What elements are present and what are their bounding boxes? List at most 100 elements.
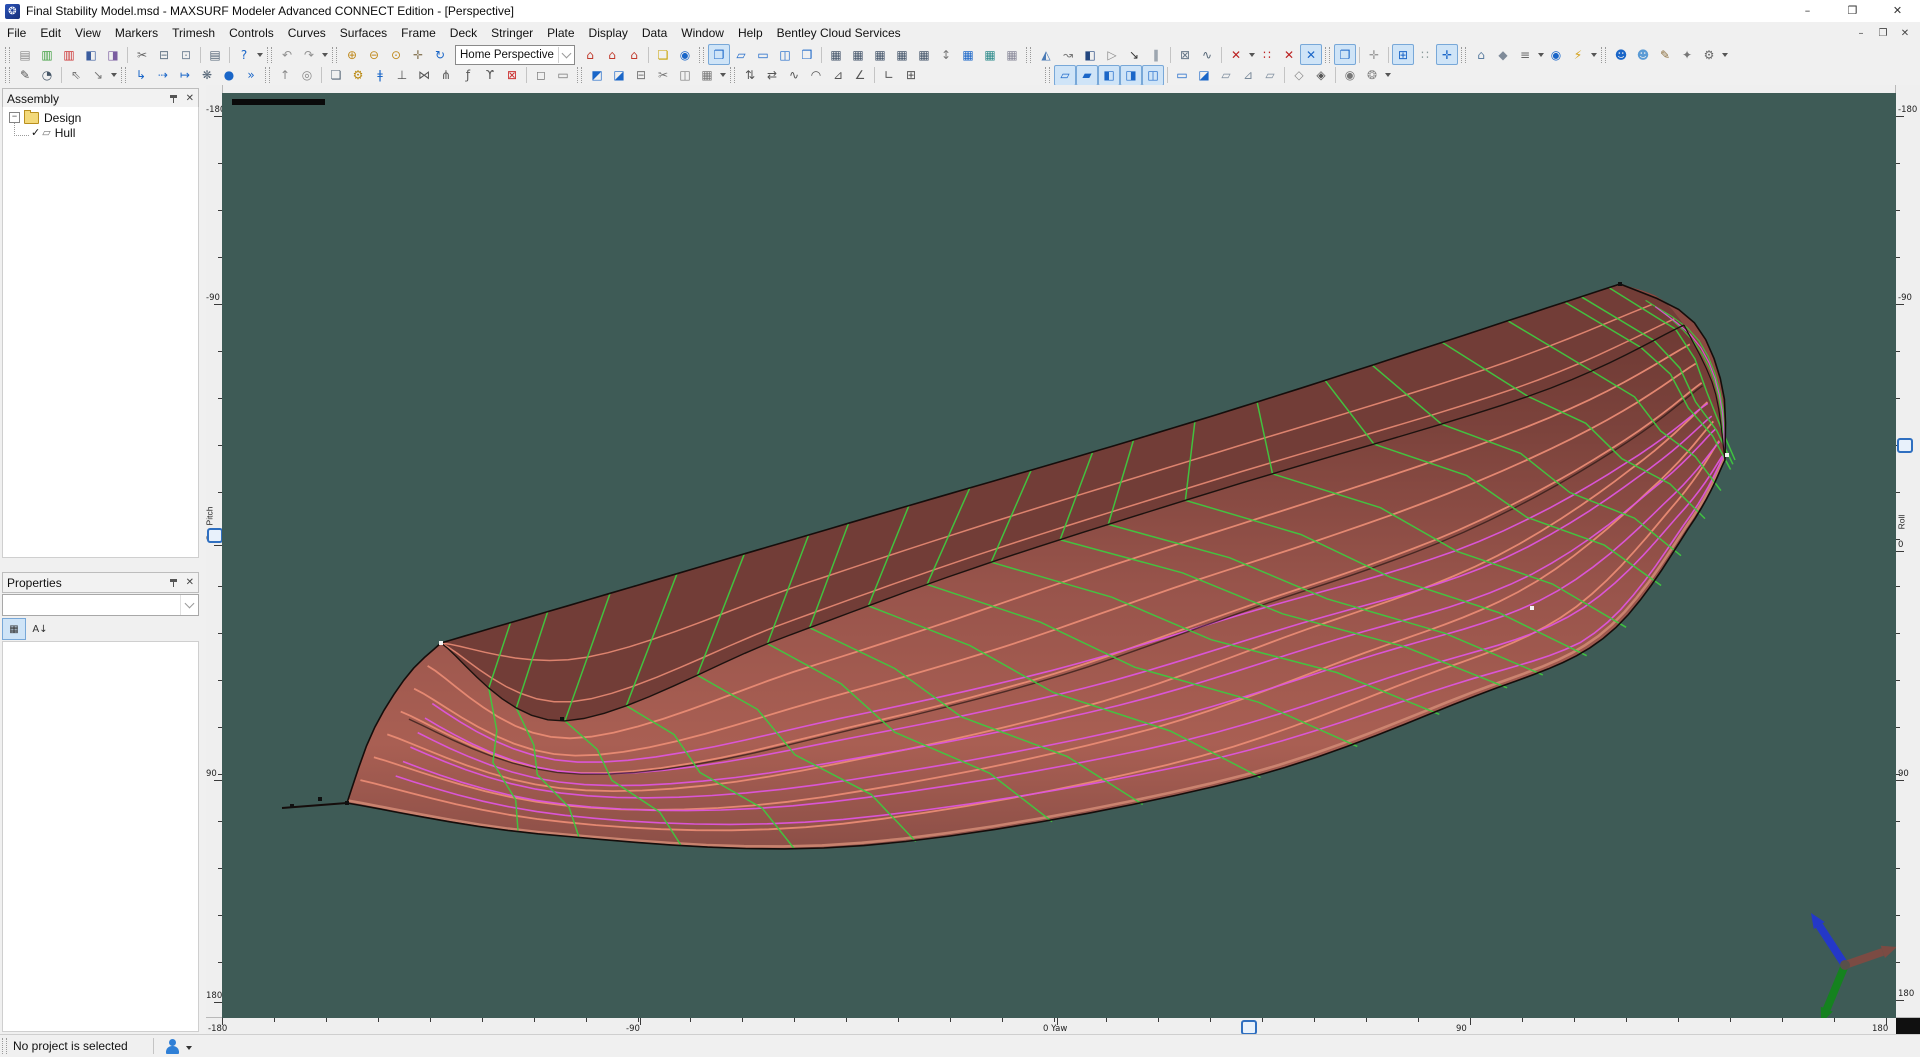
delete-all-markers-icon[interactable]: ✕	[1278, 44, 1300, 65]
fair-curve-icon[interactable]: ∿	[783, 65, 805, 86]
toolbar-grip[interactable]	[332, 46, 337, 63]
wireframe-mode-icon[interactable]: ◇	[1288, 65, 1310, 86]
measure-icon[interactable]: ↘	[1123, 44, 1145, 65]
pin-icon[interactable]	[169, 94, 178, 104]
pin-tool-icon[interactable]: ✦	[1676, 44, 1698, 65]
show-edges-icon[interactable]: ▱	[1259, 65, 1281, 86]
sort-rows-icon[interactable]: ↕	[935, 44, 957, 65]
dropdown-caret-icon[interactable]	[1536, 45, 1545, 64]
perpendicular-icon[interactable]: ∟	[878, 65, 900, 86]
control-point[interactable]	[1725, 453, 1729, 457]
bounding-box-icon[interactable]: ▭	[552, 65, 574, 86]
markup-icon[interactable]: ✎	[1654, 44, 1676, 65]
hull-surfaces[interactable]	[347, 284, 1726, 849]
move-control-point-icon[interactable]: ↘	[87, 65, 109, 86]
copy-icon[interactable]: ⊟	[153, 44, 175, 65]
intersection-snap-icon[interactable]: ✛	[1436, 44, 1458, 65]
show-buttocks-icon[interactable]: ◫	[1142, 64, 1164, 86]
trim-curves-icon[interactable]: ✂	[652, 65, 674, 86]
profile-window-icon[interactable]: ▭	[752, 44, 774, 65]
results-table-icon[interactable]: ▦	[1001, 44, 1023, 65]
toolbar-grip[interactable]	[265, 67, 270, 83]
show-diagonals-icon[interactable]: ⊿	[1237, 65, 1259, 86]
fillet-icon[interactable]: ◠	[805, 65, 827, 86]
dropdown-caret-icon[interactable]	[718, 66, 727, 85]
user-account-icon[interactable]	[164, 1038, 180, 1054]
untrim-icon[interactable]: ◫	[674, 65, 696, 86]
show-control-net-icon[interactable]: ▱	[1054, 64, 1076, 86]
child-minimize-button[interactable]: –	[1850, 28, 1872, 39]
hull-model[interactable]	[222, 93, 1896, 1018]
section-planes-icon[interactable]: ∥	[1145, 44, 1167, 65]
arrange-windows-icon[interactable]: ❒	[796, 44, 818, 65]
orbit-point-icon[interactable]: ◎	[296, 65, 318, 86]
trim-surface-icon[interactable]: ⊠	[501, 65, 523, 86]
marker-snap-icon[interactable]: ✕	[1300, 44, 1322, 65]
show-markers-icon[interactable]: ▭	[1171, 65, 1193, 86]
toolbar-grip[interactable]	[730, 67, 735, 83]
snap-to-grid-icon[interactable]: ⊞	[1392, 44, 1414, 65]
body-plan-window-icon[interactable]: ◫	[774, 44, 796, 65]
join-surfaces-icon[interactable]: ⋈	[413, 65, 435, 86]
animate-icon[interactable]: ▷	[1101, 44, 1123, 65]
paste-icon[interactable]: ⊡	[175, 44, 197, 65]
accounts-icon[interactable]: ☻	[1610, 44, 1632, 65]
pan-icon[interactable]: ✛	[407, 44, 429, 65]
plan-window-icon[interactable]: ▱	[730, 44, 752, 65]
control-point[interactable]	[290, 804, 294, 808]
swap-columns-icon[interactable]: ⇅	[739, 65, 761, 86]
shaded-mode-icon[interactable]: ◈	[1310, 65, 1332, 86]
delete-marker-icon[interactable]: ✕	[1225, 44, 1247, 65]
add-point-icon[interactable]: ↳	[130, 65, 152, 86]
show-trimmed-icon[interactable]: ◪	[1193, 65, 1215, 86]
categorized-view-button[interactable]: ▦	[2, 618, 26, 640]
toolbar-grip[interactable]	[267, 46, 272, 63]
offsets-table-icon[interactable]: ▦	[847, 44, 869, 65]
next-station-icon[interactable]: »	[240, 65, 262, 86]
menu-plate[interactable]: Plate	[540, 22, 581, 44]
user-dropdown-icon[interactable]	[186, 1045, 192, 1053]
options-icon[interactable]: ⚙	[1698, 44, 1720, 65]
select-tool-icon[interactable]: ⇖	[65, 65, 87, 86]
home-view-icon[interactable]: ⌂	[579, 44, 601, 65]
angle-tool-icon[interactable]: ∠	[849, 65, 871, 86]
trackball-icon[interactable]: ◉	[1339, 65, 1361, 86]
calculations-table-icon[interactable]: ▦	[957, 44, 979, 65]
control-point[interactable]	[345, 801, 349, 805]
combo-arrow-icon[interactable]	[558, 46, 574, 63]
mesh-icon[interactable]: ▦	[696, 65, 718, 86]
active-view-icon[interactable]: ❐	[1334, 44, 1356, 65]
data-table-icon[interactable]: ▦	[979, 44, 1001, 65]
spin-control-icon[interactable]: ❂	[1361, 65, 1383, 86]
align-normal-icon[interactable]: ⊥	[391, 65, 413, 86]
show-surfaces-icon[interactable]: ▰	[1076, 64, 1098, 86]
new-design-icon[interactable]: ▤	[14, 44, 36, 65]
node-edit-icon[interactable]: ●	[218, 65, 240, 86]
raise-row-icon[interactable]: ↑	[274, 65, 296, 86]
rotation-marker[interactable]	[1897, 438, 1913, 453]
menu-display[interactable]: Display	[582, 22, 635, 44]
view-selector[interactable]: Home Perspective	[455, 44, 575, 65]
control-point[interactable]	[1530, 606, 1534, 610]
save-design-as-icon[interactable]: ◨	[102, 44, 124, 65]
control-point[interactable]	[560, 717, 564, 721]
append-point-icon[interactable]: ⇢	[152, 65, 174, 86]
close-design-icon[interactable]: ▥	[58, 44, 80, 65]
menu-frame[interactable]: Frame	[394, 22, 443, 44]
dropdown-caret-icon[interactable]	[255, 45, 264, 64]
menu-data[interactable]: Data	[635, 22, 674, 44]
pin-icon[interactable]	[169, 578, 178, 588]
toolbar-grip[interactable]	[577, 67, 582, 83]
sort-az-button[interactable]: A↓	[28, 618, 52, 640]
save-design-icon[interactable]: ◧	[80, 44, 102, 65]
array-copy-icon[interactable]: ⊞	[900, 65, 922, 86]
maximize-button[interactable]: ❐	[1830, 0, 1875, 22]
menu-view[interactable]: View	[68, 22, 108, 44]
toolbar-grip[interactable]	[5, 67, 10, 83]
properties-object-selector[interactable]	[2, 594, 199, 616]
render-icon[interactable]: ◭	[1035, 44, 1057, 65]
fork-edge-icon[interactable]: ϒ	[479, 65, 501, 86]
rotation-marker[interactable]	[207, 528, 223, 543]
close-icon[interactable]: ✕	[186, 93, 194, 104]
dropdown-caret-icon[interactable]	[1720, 45, 1729, 64]
